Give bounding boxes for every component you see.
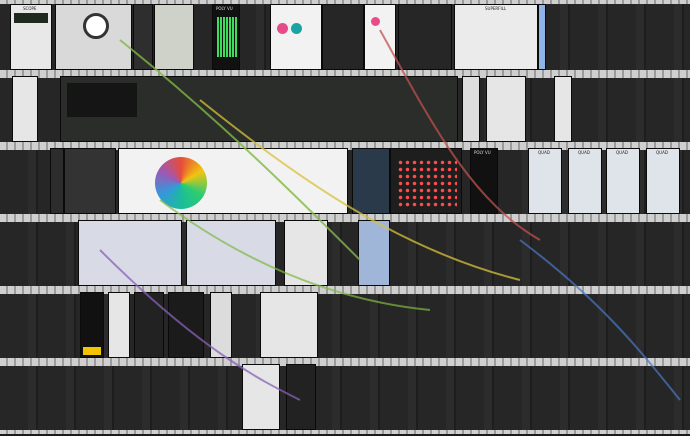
left-group-module[interactable] (78, 220, 182, 286)
spectrum-display (67, 83, 137, 117)
dark-strip-module[interactable] (133, 4, 153, 70)
mid-group-module[interactable] (186, 220, 276, 286)
scope-module[interactable]: SCOPE (10, 4, 52, 70)
small-jack-module[interactable] (284, 220, 328, 286)
module-title: QUAD (578, 150, 590, 155)
ladder-module[interactable] (260, 292, 318, 358)
pattern-module[interactable] (168, 292, 204, 358)
module-title: QUAD (656, 150, 668, 155)
large-knob[interactable] (83, 13, 109, 39)
dark-left-module[interactable] (50, 148, 64, 214)
blue-panel-module[interactable] (358, 220, 390, 286)
module-title: SCOPE (23, 6, 37, 11)
matrix-led-module[interactable] (390, 148, 462, 214)
circle-of-fifths[interactable] (155, 157, 207, 209)
vu-meter-module[interactable]: POLY VU (212, 4, 240, 70)
module-title: QUAD (538, 150, 550, 155)
oscillator-module[interactable] (270, 4, 322, 70)
rack-rail (0, 362, 690, 366)
rack-rail (0, 430, 690, 434)
fader-module-2[interactable]: QUAD (568, 148, 602, 214)
module-title: POLY VU (474, 150, 491, 155)
blue-label-module[interactable] (352, 148, 390, 214)
side-panel-module[interactable] (12, 76, 38, 142)
yellow-strip (83, 347, 101, 355)
dark-sequencer-module-2[interactable] (398, 4, 452, 70)
led-grid (397, 159, 457, 207)
oscillator-module-2[interactable] (364, 4, 396, 70)
fader-module-1[interactable]: QUAD (528, 148, 562, 214)
knob-panel-module[interactable] (55, 4, 132, 70)
dark-knobs-module-2[interactable] (134, 292, 164, 358)
dark-sequencer-module[interactable] (322, 4, 364, 70)
clock-panel-module[interactable] (486, 76, 526, 142)
spectrum-mixer-module[interactable] (60, 76, 458, 142)
pink-knob[interactable] (371, 17, 380, 26)
module-title: QUAD (616, 150, 628, 155)
superfilter-module[interactable]: SUPERFILL (454, 4, 538, 70)
knob-module[interactable] (554, 76, 572, 142)
pink-knob[interactable] (277, 23, 288, 34)
scope-display (14, 13, 48, 23)
dark-knobs-module[interactable] (64, 148, 116, 214)
fader-module-3[interactable]: QUAD (606, 148, 640, 214)
module-title: POLY VU (216, 6, 233, 11)
poly-vu-module[interactable]: POLY VU (470, 148, 498, 214)
teal-knob[interactable] (291, 23, 302, 34)
module-title: SUPERFILL (485, 6, 507, 11)
jack-panel-module[interactable] (154, 4, 194, 70)
fader-module-4[interactable]: QUAD (646, 148, 680, 214)
bottom-right-module[interactable] (286, 364, 316, 430)
bottom-left-module[interactable] (242, 364, 280, 430)
circle-fifths-module[interactable] (118, 148, 348, 214)
small-panel-module[interactable] (462, 76, 480, 142)
vu-bars (217, 17, 237, 57)
rack-canvas: SCOPE POLY VU SUPERFILL POLY VU QUAD QUA… (0, 0, 690, 436)
blue-strip-module[interactable] (538, 4, 546, 70)
yellow-panel-module[interactable] (80, 292, 104, 358)
rack-row (0, 364, 690, 430)
white-panel-module[interactable] (108, 292, 130, 358)
light-panel-module[interactable] (210, 292, 232, 358)
